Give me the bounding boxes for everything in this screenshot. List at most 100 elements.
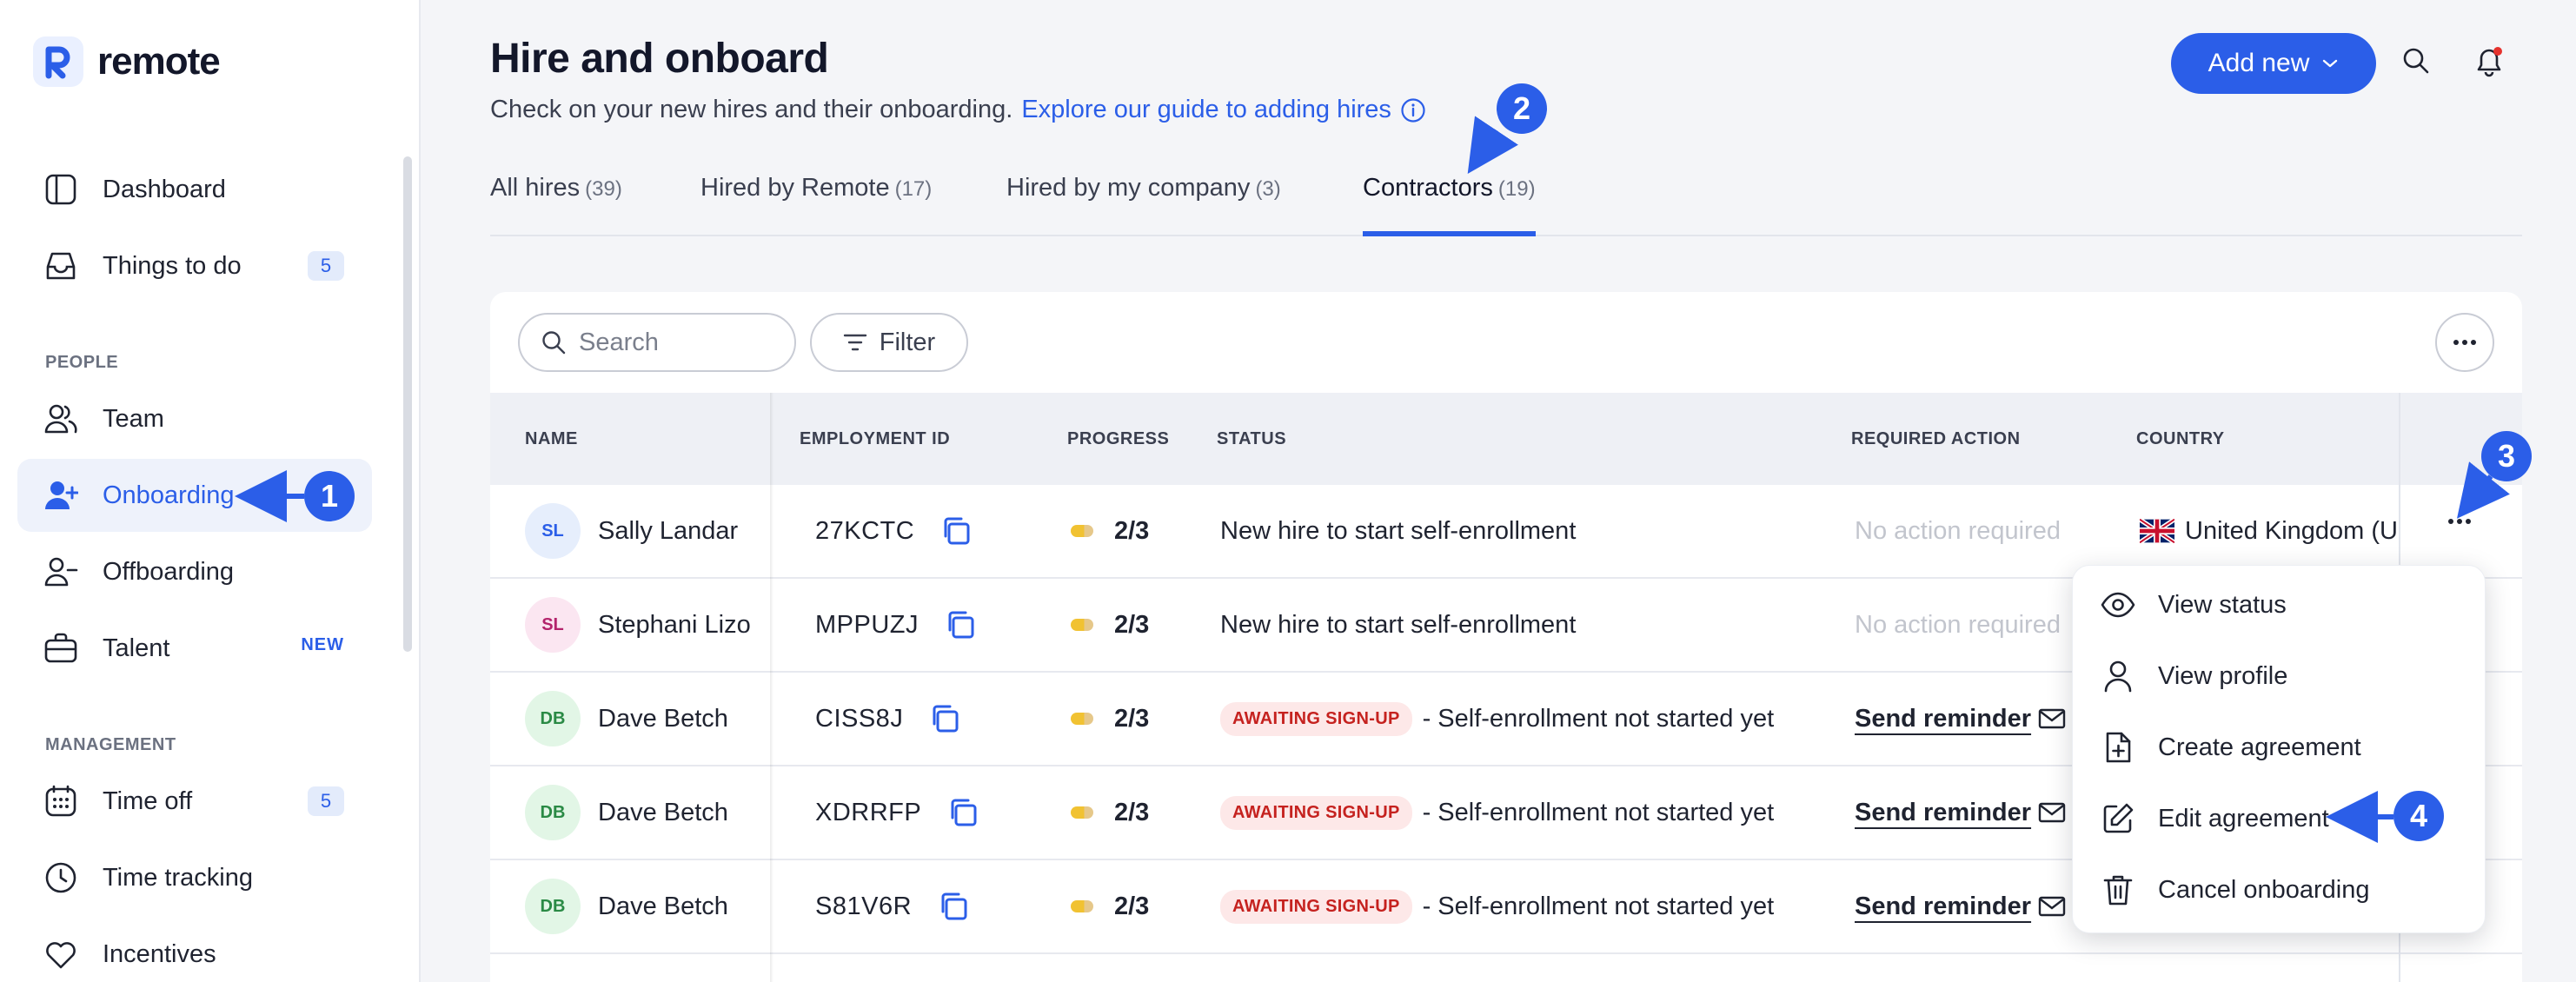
hire-name[interactable]: Stephani Lizo [598,611,751,640]
copy-icon[interactable] [946,795,980,830]
send-reminder-link[interactable]: Send reminder [1855,799,2066,827]
required-action-text: No action required [1855,516,2061,545]
search-input[interactable] [579,328,770,357]
sidebar-item-time-off[interactable]: Time off 5 [17,765,372,838]
page-title: Hire and onboard [490,36,829,82]
filter-icon [843,333,867,352]
avatar: DB [525,691,581,746]
sidebar-item-things-to-do[interactable]: Things to do 5 [17,229,372,302]
employment-id: MPPUZJ [815,610,919,639]
sidebar-item-offboarding[interactable]: Offboarding [17,535,372,608]
tab-all-hires[interactable]: All hires (39) [490,174,622,236]
progress-value: 2/3 [1114,704,1150,733]
copy-icon[interactable] [936,889,971,924]
progress-cell: 2/3 [1071,673,1149,765]
tab-count: (17) [894,177,933,201]
menu-item-label: Cancel onboarding [2158,875,2370,904]
progress-value: 2/3 [1114,798,1150,826]
menu-item-view-status[interactable]: View status [2073,569,2486,640]
sidebar-item-dashboard[interactable]: Dashboard [17,153,372,226]
user-plus-icon [43,478,78,513]
sidebar-item-team[interactable]: Team [17,382,372,455]
tab-contractors[interactable]: Contractors (19) [1363,174,1536,236]
brand-logo[interactable]: remote [33,36,221,87]
calendar-icon [43,784,78,819]
count-badge: 5 [308,786,344,816]
filter-button[interactable]: Filter [810,313,968,372]
column-header-status[interactable]: STATUS [1217,393,1286,485]
tab-label: Contractors [1363,174,1493,202]
required-action-cell: No action required [1855,485,2061,577]
remote-logo-icon [33,36,83,87]
column-header-progress[interactable]: PROGRESS [1067,393,1169,485]
notification-bell-icon[interactable] [2472,43,2506,78]
status-text: New hire to start self-enrollment [1220,516,1577,545]
edit-icon [2101,801,2135,836]
send-reminder-label: Send reminder [1855,704,2032,733]
table-more-button[interactable] [2435,313,2494,372]
copy-icon[interactable] [943,607,978,642]
hire-name[interactable]: Dave Betch [598,705,728,733]
employment-id: S81V6R [815,892,913,920]
sidebar-item-label: Time tracking [103,863,253,892]
status-text: New hire to start self-enrollment [1220,610,1577,639]
menu-item-create-agreement[interactable]: Create agreement [2073,712,2486,783]
guide-link[interactable]: Explore our guide to adding hires [1021,96,1391,124]
heart-icon [43,937,78,972]
name-cell: DB Dave Betch [525,673,728,765]
search-field[interactable] [518,313,796,372]
tab-hired-by-remote[interactable]: Hired by Remote (17) [700,174,932,236]
send-reminder-link[interactable]: Send reminder [1855,705,2066,733]
sidebar-item-time-tracking[interactable]: Time tracking [17,841,372,914]
sidebar-item-talent[interactable]: Talent NEW [17,612,372,685]
menu-item-label: View status [2158,590,2287,619]
row-actions-menu: View status View profile Create agreemen… [2072,565,2486,933]
name-cell: SL Sally Landar [525,485,738,577]
employment-id: CISS8J [815,704,904,733]
section-label-management: MANAGEMENT [45,735,176,754]
copy-icon[interactable] [939,514,973,548]
status-cell: AWAITING SIGN-UP - Self-enrollment not s… [1220,673,1774,765]
row-more-icon[interactable] [2447,518,2472,525]
sidebar-item-label: Onboarding [103,481,235,509]
progress-value: 2/3 [1114,892,1150,920]
send-reminder-link[interactable]: Send reminder [1855,892,2066,921]
info-icon[interactable] [1400,97,1426,123]
sidebar-item-incentives[interactable]: Incentives [17,918,372,982]
menu-item-cancel-onboarding[interactable]: Cancel onboarding [2073,854,2486,926]
sidebar-item-label: Time off [103,786,193,815]
count-badge: 5 [308,251,344,281]
hire-name[interactable]: Sally Landar [598,517,738,546]
required-action-cell: No action required [1855,579,2061,671]
column-header-country[interactable]: COUNTRY [2136,393,2225,485]
hire-name[interactable]: Dave Betch [598,799,728,827]
column-header-employment-id[interactable]: EMPLOYMENT ID [800,393,950,485]
tab-hired-by-my-company[interactable]: Hired by my company (3) [1006,174,1281,236]
trash-icon [2101,873,2135,907]
required-action-cell: Send reminder [1855,766,2066,859]
add-new-button[interactable]: Add new [2171,33,2376,94]
chevron-down-icon [2321,58,2339,69]
dashboard-icon [43,172,78,207]
inbox-icon [43,249,78,283]
hire-name[interactable]: Dave Betch [598,892,728,921]
sidebar: remote Dashboard Things to do 5 PEOPLE T… [0,0,421,982]
tab-label: Hired by my company [1006,174,1251,202]
new-tag: NEW [301,635,344,654]
menu-item-label: Create agreement [2158,733,2361,761]
send-reminder-label: Send reminder [1855,892,2032,920]
progress-cell: 2/3 [1071,579,1149,671]
tab-count: (3) [1255,177,1281,201]
search-icon [541,329,567,355]
subtitle-text: Check on your new hires and their onboar… [490,96,1013,123]
copy-icon[interactable] [927,701,962,736]
column-header-name[interactable]: NAME [525,393,578,485]
callout-arrow-2 [1467,116,1518,174]
progress-cell: 2/3 [1071,485,1149,577]
search-icon[interactable] [2400,45,2432,76]
page-subtitle: Check on your new hires and their onboar… [490,96,1426,124]
sidebar-scrollbar[interactable] [403,156,412,652]
menu-item-view-profile[interactable]: View profile [2073,640,2486,712]
column-header-required-action[interactable]: REQUIRED ACTION [1851,393,2021,485]
progress-cell: 2/3 [1071,766,1149,859]
